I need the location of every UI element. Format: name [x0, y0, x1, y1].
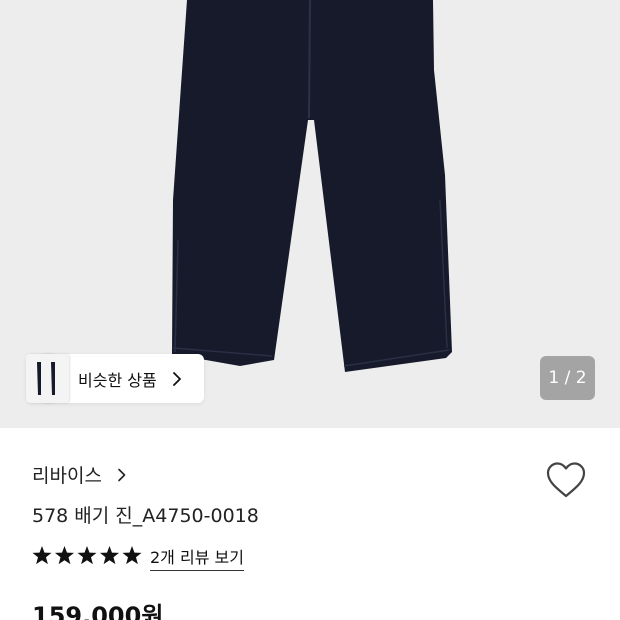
similar-product-thumb	[41, 354, 69, 403]
heart-outline-icon[interactable]	[545, 461, 587, 499]
star-icon	[77, 546, 97, 565]
similar-products-button[interactable]: 비슷한 상품	[26, 354, 204, 403]
brand-link[interactable]: 리바이스	[32, 461, 127, 487]
star-icon	[54, 546, 75, 565]
brand-name: 리바이스	[32, 465, 102, 487]
jeans-shape	[172, 0, 452, 372]
similar-products-thumbnails	[26, 354, 70, 403]
product-price: 159,000원	[32, 602, 164, 620]
star-icon	[32, 546, 52, 565]
product-image-gallery[interactable]: 비슷한 상품 1 / 2	[0, 0, 620, 428]
rating-stars	[32, 546, 142, 565]
chevron-right-icon	[173, 372, 181, 386]
product-detail-page: 비슷한 상품 1 / 2 리바이스 578 배기 진_A4750-0018 2개…	[0, 0, 620, 620]
similar-products-label: 비슷한 상품	[78, 371, 157, 390]
jeans-fly-seam	[308, 0, 311, 119]
chevron-right-icon	[118, 468, 126, 481]
image-page-indicator: 1 / 2	[540, 356, 595, 400]
jeans-thumb-icon	[51, 362, 55, 395]
star-icon	[122, 546, 142, 565]
review-link[interactable]: 2개 리뷰 보기	[150, 544, 244, 571]
star-icon	[99, 546, 120, 565]
product-name: 578 배기 진_A4750-0018	[32, 505, 259, 527]
